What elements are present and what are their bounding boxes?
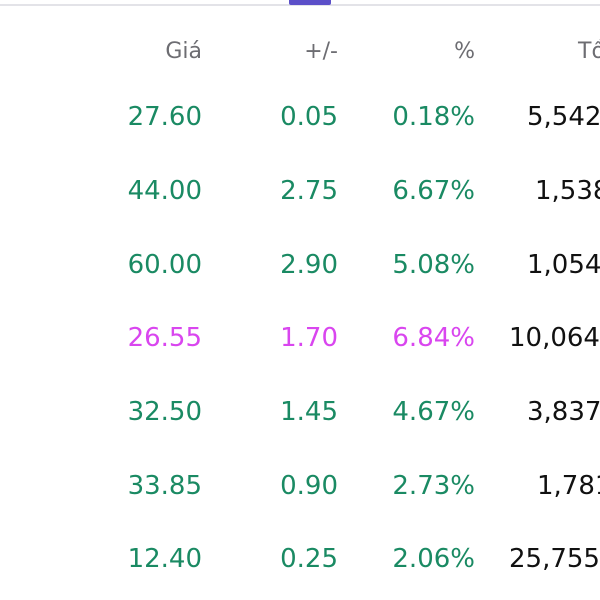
active-tab-indicator <box>289 0 331 5</box>
row-4-percent: 6.84% <box>392 323 475 353</box>
row-6-volume: 1,781 <box>537 471 600 501</box>
row-7-volume: 25,755 <box>509 544 600 574</box>
row-4-price: 26.55 <box>127 323 202 353</box>
row-7-percent: 2.06% <box>392 544 475 574</box>
stock-table-screen: Giá +/- % Tổ 27.60 0.05 0.18% 5,542 44.0… <box>0 0 600 600</box>
row-3-price: 60.00 <box>127 250 202 280</box>
row-2-percent: 6.67% <box>392 176 475 206</box>
row-3-volume: 1,054 <box>527 250 600 280</box>
row-5-volume: 3,837 <box>527 397 600 427</box>
row-6-change: 0.90 <box>280 471 338 501</box>
row-2-change: 2.75 <box>280 176 338 206</box>
row-1-volume: 5,542 <box>527 102 600 132</box>
row-4-change: 1.70 <box>280 323 338 353</box>
row-5-change: 1.45 <box>280 397 338 427</box>
row-1-price: 27.60 <box>127 102 202 132</box>
row-5-price: 32.50 <box>127 397 202 427</box>
column-header-price[interactable]: Giá <box>165 37 202 67</box>
row-2-volume: 1,538 <box>535 176 600 206</box>
row-1-percent: 0.18% <box>392 102 475 132</box>
row-6-percent: 2.73% <box>392 471 475 501</box>
row-7-price: 12.40 <box>127 544 202 574</box>
row-4-volume: 10,064 <box>509 323 600 353</box>
row-3-percent: 5.08% <box>392 250 475 280</box>
row-3-change: 2.90 <box>280 250 338 280</box>
row-1-change: 0.05 <box>280 102 338 132</box>
column-header-percent[interactable]: % <box>454 37 475 67</box>
row-7-change: 0.25 <box>280 544 338 574</box>
row-6-price: 33.85 <box>127 471 202 501</box>
row-2-price: 44.00 <box>127 176 202 206</box>
column-header-change[interactable]: +/- <box>304 37 338 67</box>
row-5-percent: 4.67% <box>392 397 475 427</box>
column-header-volume[interactable]: Tổ <box>578 37 600 67</box>
